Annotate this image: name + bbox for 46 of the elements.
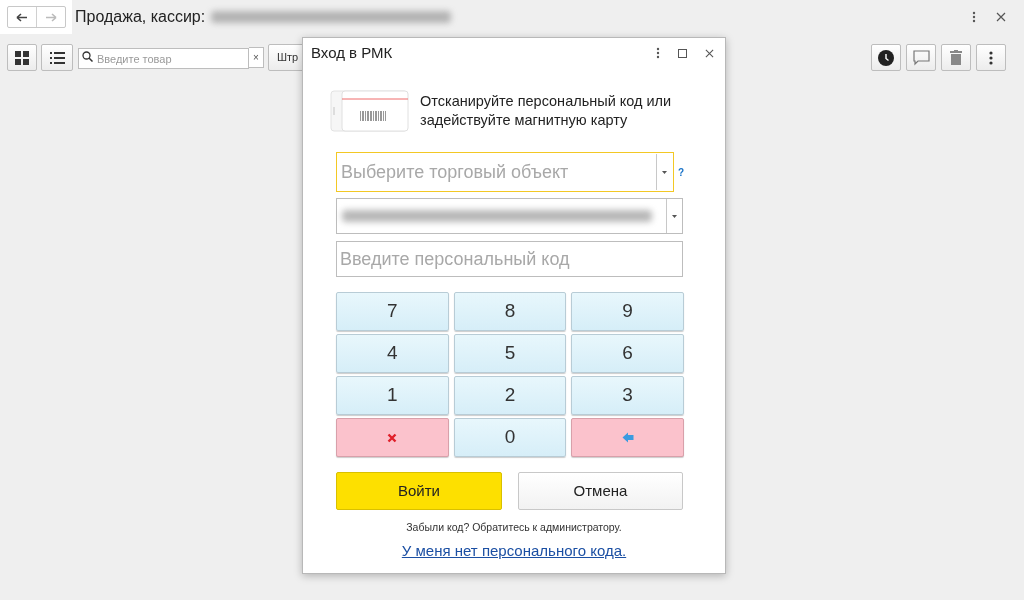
dropdown-caret-icon bbox=[672, 214, 677, 218]
list-view-button[interactable] bbox=[41, 44, 73, 71]
digit-key[interactable]: 3 bbox=[571, 376, 684, 415]
digit-key[interactable]: 6 bbox=[571, 334, 684, 373]
window-title: Продажа, кассир: bbox=[75, 7, 206, 27]
list-icon bbox=[49, 51, 65, 64]
search-field[interactable]: Введите товар bbox=[78, 48, 249, 69]
clear-search-button[interactable]: × bbox=[249, 47, 264, 68]
dropdown-caret-icon bbox=[662, 170, 667, 174]
close-icon[interactable] bbox=[705, 48, 714, 58]
left-arrow-icon bbox=[621, 432, 634, 443]
tiles-view-button[interactable] bbox=[7, 44, 37, 71]
more-icon bbox=[656, 47, 660, 59]
personal-code-field[interactable]: Введите персональный код bbox=[336, 241, 683, 277]
no-personal-code-link[interactable]: У меня нет персонального кода. bbox=[401, 539, 627, 563]
clock-icon bbox=[878, 49, 894, 66]
digit-key[interactable]: 4 bbox=[336, 334, 449, 373]
left-arrow-icon bbox=[16, 12, 28, 22]
search-icon bbox=[82, 50, 93, 62]
cashier-select-field[interactable] bbox=[336, 198, 683, 234]
help-link[interactable]: ? bbox=[678, 164, 685, 180]
digit-key[interactable]: 2 bbox=[453, 376, 567, 415]
digit-key[interactable]: 8 bbox=[453, 292, 567, 331]
barcode-scanner-icon bbox=[330, 89, 410, 133]
grid-icon bbox=[15, 50, 29, 65]
instruction-text: Отсканируйте персональный код или задействуйте магнитную карту bbox=[420, 92, 673, 130]
forgot-code-hint: Забыли код? Обратитесь к администратору. bbox=[406, 520, 622, 535]
login-button[interactable]: Войти bbox=[336, 472, 502, 510]
more-button[interactable] bbox=[976, 44, 1006, 71]
digit-key[interactable]: 7 bbox=[336, 292, 449, 331]
store-select-field[interactable]: Выберите торговый объект bbox=[336, 152, 674, 192]
right-arrow-icon bbox=[45, 12, 57, 22]
close-icon[interactable] bbox=[996, 12, 1006, 22]
digit-key[interactable]: 9 bbox=[571, 292, 684, 331]
more-icon bbox=[972, 11, 976, 23]
speech-bubble-icon bbox=[912, 49, 930, 66]
digit-key[interactable]: 0 bbox=[453, 418, 567, 457]
delete-button[interactable] bbox=[941, 44, 971, 71]
trash-icon bbox=[950, 50, 962, 65]
cross-icon bbox=[387, 432, 398, 443]
maximize-icon[interactable] bbox=[678, 48, 687, 58]
cancel-button[interactable]: Отмена bbox=[518, 472, 683, 510]
digit-key[interactable]: 1 bbox=[336, 376, 449, 415]
more-icon bbox=[989, 50, 993, 65]
history-button[interactable] bbox=[871, 44, 901, 71]
digit-key[interactable]: 5 bbox=[453, 334, 567, 373]
